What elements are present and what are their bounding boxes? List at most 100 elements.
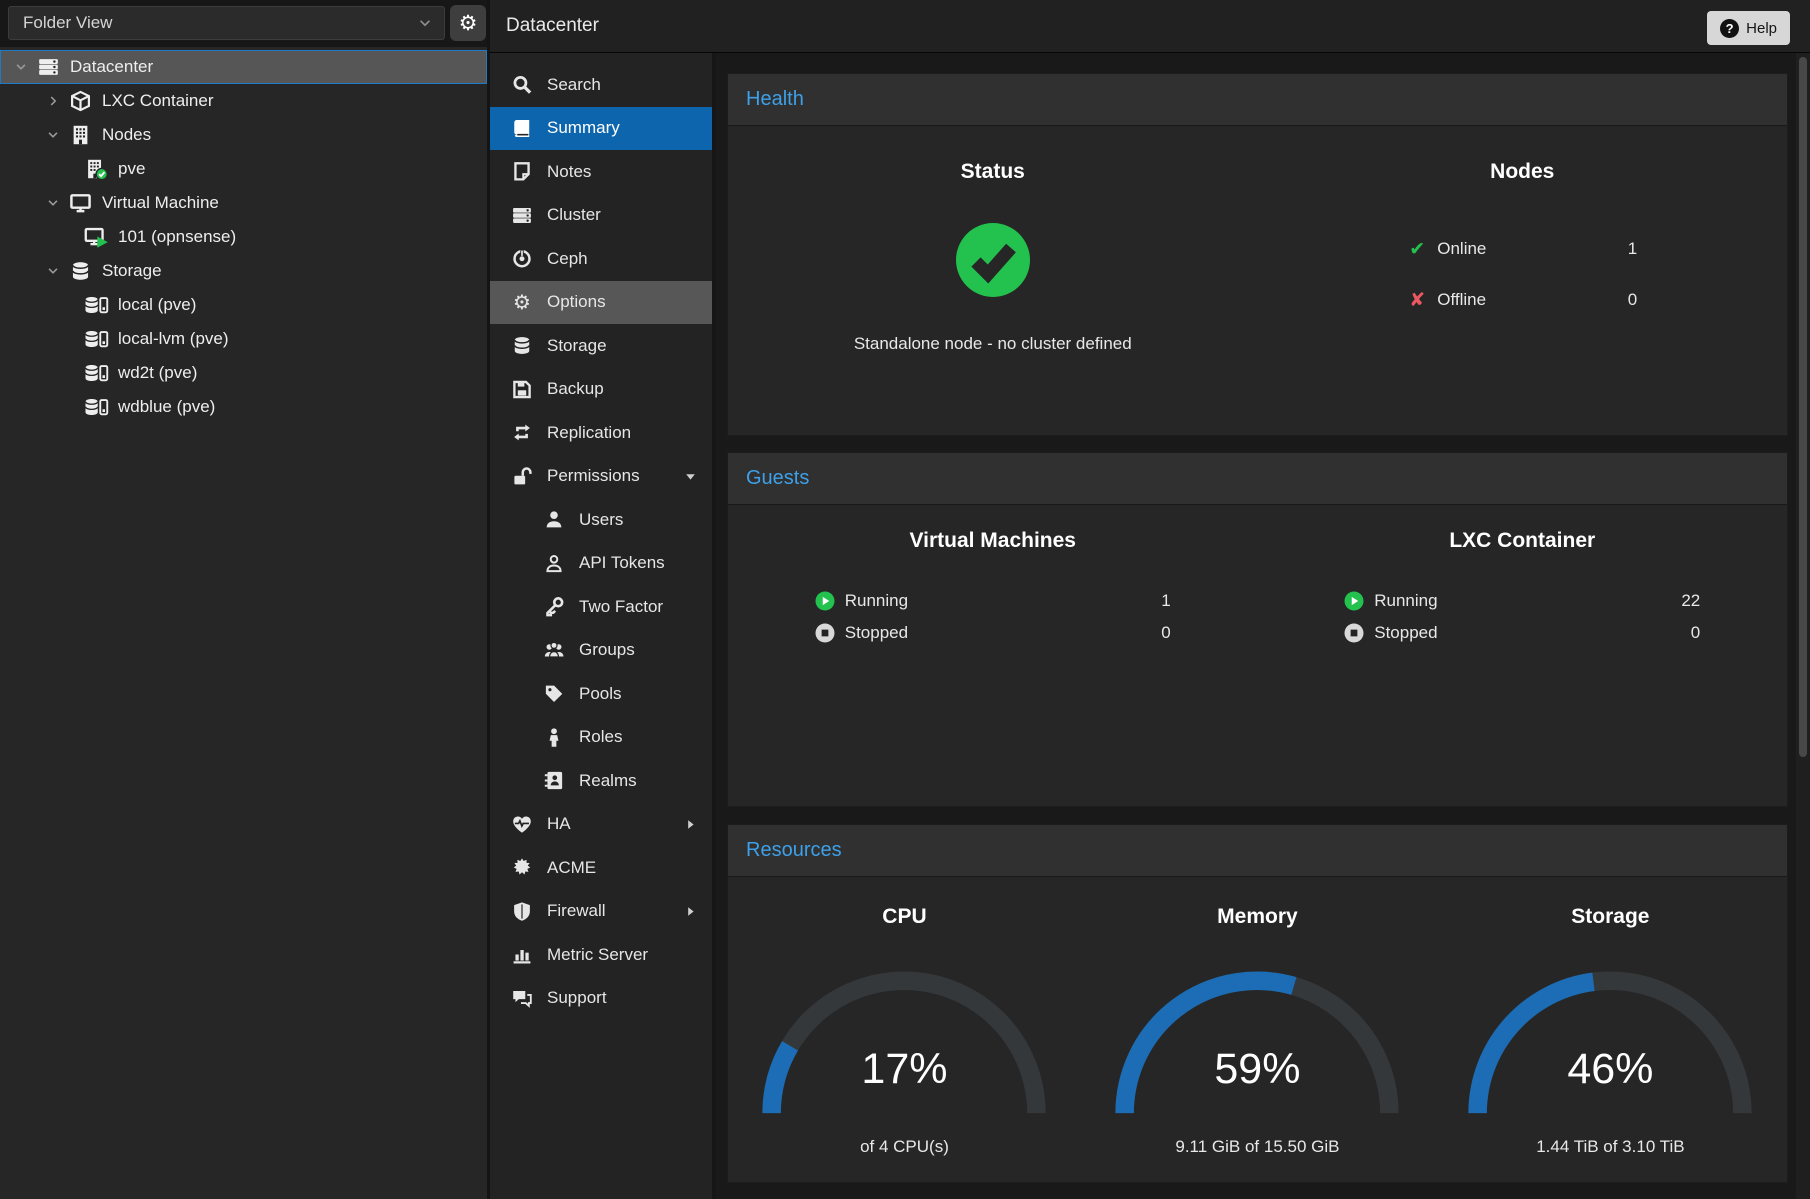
lxc-running-row: Running 22 bbox=[1344, 587, 1700, 614]
burst-icon bbox=[510, 857, 534, 878]
gauge-detail: 1.44 TiB of 3.10 TiB bbox=[1536, 1137, 1684, 1157]
running-icon bbox=[1344, 591, 1364, 611]
menu-item-groups[interactable]: Groups bbox=[490, 629, 712, 673]
menu-item-roles[interactable]: Roles bbox=[490, 716, 712, 760]
gauge-memory: Memory59%9.11 GiB of 15.50 GiB bbox=[1081, 877, 1434, 1157]
tree-item-101-opnsense[interactable]: 101 (opnsense) bbox=[0, 220, 487, 254]
vm-running-row: Running 1 bbox=[815, 587, 1171, 614]
node-online-icon bbox=[84, 158, 109, 180]
menu-item-summary[interactable]: Summary bbox=[490, 107, 712, 151]
menu-item-metric-server[interactable]: Metric Server bbox=[490, 933, 712, 977]
nodes-heading: Nodes bbox=[1490, 160, 1554, 184]
menu-item-label: Notes bbox=[547, 162, 591, 182]
topbar: Datacenter bbox=[490, 0, 1810, 53]
heartbeat-icon bbox=[510, 814, 534, 835]
vm-heading: Virtual Machines bbox=[909, 529, 1076, 553]
tree-item-local-lvm-pve[interactable]: local-lvm (pve) bbox=[0, 322, 487, 356]
menu-item-two-factor[interactable]: Two Factor bbox=[490, 585, 712, 629]
running-icon bbox=[815, 591, 835, 611]
menu-item-acme[interactable]: ACME bbox=[490, 846, 712, 890]
menu-item-api-tokens[interactable]: API Tokens bbox=[490, 542, 712, 586]
caret-down-icon[interactable] bbox=[42, 196, 64, 210]
address-book-icon bbox=[542, 770, 566, 791]
tree-item-label: pve bbox=[118, 159, 145, 179]
caret-down-icon[interactable] bbox=[42, 264, 64, 278]
tree-item-label: wdblue (pve) bbox=[118, 397, 215, 417]
menu-item-ceph[interactable]: Ceph bbox=[490, 237, 712, 281]
menu-item-ha[interactable]: HA bbox=[490, 803, 712, 847]
tree-item-virtual-machine[interactable]: Virtual Machine bbox=[0, 186, 487, 220]
submenu-arrow-right-icon bbox=[685, 906, 696, 917]
menu-item-backup[interactable]: Backup bbox=[490, 368, 712, 412]
cluster-status-section: Status Standalone node - no cluster defi… bbox=[728, 126, 1258, 354]
menu-item-pools[interactable]: Pools bbox=[490, 672, 712, 716]
menu-item-users[interactable]: Users bbox=[490, 498, 712, 542]
tree-item-lxc-container[interactable]: LXC Container bbox=[0, 84, 487, 118]
gauge-detail: 9.11 GiB of 15.50 GiB bbox=[1175, 1137, 1339, 1157]
building-icon bbox=[68, 124, 93, 146]
lxc-running-count: 22 bbox=[1681, 591, 1700, 611]
caret-down-icon[interactable] bbox=[10, 60, 32, 74]
gauge-percent: 46% bbox=[1464, 1045, 1756, 1094]
status-message: Standalone node - no cluster defined bbox=[854, 334, 1132, 354]
search-icon bbox=[510, 74, 534, 95]
lxc-stopped-row: Stopped 0 bbox=[1344, 619, 1700, 646]
gauge-detail: of 4 CPU(s) bbox=[860, 1137, 949, 1157]
caret-right-icon[interactable] bbox=[42, 94, 64, 108]
nodes-offline-row: ✘ Offline 0 bbox=[1407, 285, 1637, 315]
vm-running-count: 1 bbox=[1161, 591, 1170, 611]
lxc-stopped-count: 0 bbox=[1691, 623, 1700, 643]
menu-item-label: Search bbox=[547, 75, 601, 95]
server-stack-icon bbox=[510, 205, 534, 226]
tree-item-local-pve[interactable]: local (pve) bbox=[0, 288, 487, 322]
chevron-down-icon bbox=[418, 16, 432, 30]
storage-item-icon bbox=[84, 294, 109, 316]
tree-item-wdblue-pve[interactable]: wdblue (pve) bbox=[0, 390, 487, 424]
database-icon bbox=[68, 260, 93, 282]
help-button[interactable]: ? Help bbox=[1707, 11, 1790, 45]
tree-toolbar: Folder View ⚙ bbox=[0, 0, 487, 47]
menu-item-support[interactable]: Support bbox=[490, 977, 712, 1021]
menu-item-cluster[interactable]: Cluster bbox=[490, 194, 712, 238]
menu-item-label: ACME bbox=[547, 858, 596, 878]
ceph-icon bbox=[510, 248, 534, 269]
tree-item-storage[interactable]: Storage bbox=[0, 254, 487, 288]
resources-panel-title: Resources bbox=[746, 839, 842, 862]
lxc-container-section: LXC Container Running 22 bbox=[1258, 505, 1788, 646]
menu-item-label: Options bbox=[547, 292, 606, 312]
menu-item-notes[interactable]: Notes bbox=[490, 150, 712, 194]
menu-item-storage[interactable]: Storage bbox=[490, 324, 712, 368]
tree-item-pve[interactable]: pve bbox=[0, 152, 487, 186]
menu-item-label: Replication bbox=[547, 423, 631, 443]
tree-item-nodes[interactable]: Nodes bbox=[0, 118, 487, 152]
online-label: Online bbox=[1437, 239, 1486, 259]
gauge-heading: Storage bbox=[1571, 905, 1649, 929]
tree-settings-button[interactable]: ⚙ bbox=[450, 5, 486, 41]
menu-item-label: Realms bbox=[579, 771, 637, 791]
view-selector[interactable]: Folder View bbox=[8, 6, 445, 40]
menu-item-label: Permissions bbox=[547, 466, 640, 486]
content-area: Health Status Standalone node - no clust… bbox=[716, 53, 1810, 1199]
menu-item-realms[interactable]: Realms bbox=[490, 759, 712, 803]
menu-item-permissions[interactable]: Permissions bbox=[490, 455, 712, 499]
scrollbar-thumb[interactable] bbox=[1799, 57, 1807, 757]
gauge-heading: CPU bbox=[882, 905, 926, 929]
menu-item-search[interactable]: Search bbox=[490, 63, 712, 107]
menu-item-label: Roles bbox=[579, 727, 622, 747]
menu-item-firewall[interactable]: Firewall bbox=[490, 890, 712, 934]
menu-item-label: Pools bbox=[579, 684, 622, 704]
tree-item-wd2t-pve[interactable]: wd2t (pve) bbox=[0, 356, 487, 390]
virtual-machines-section: Virtual Machines Running 1 bbox=[728, 505, 1258, 646]
storage-item-icon bbox=[84, 362, 109, 384]
caret-down-icon[interactable] bbox=[42, 128, 64, 142]
menu-item-label: Support bbox=[547, 988, 607, 1008]
gauge-heading: Memory bbox=[1217, 905, 1298, 929]
menu-item-options[interactable]: ⚙Options bbox=[490, 281, 712, 325]
nodes-rows: ✔ Online 1 ✘ Offline 0 bbox=[1407, 234, 1637, 315]
menu-item-replication[interactable]: Replication bbox=[490, 411, 712, 455]
tree-item-label: Nodes bbox=[102, 125, 151, 145]
proxmox-app: Folder View ⚙ DatacenterLXC Container Nod… bbox=[0, 0, 1810, 1199]
tree-item-datacenter[interactable]: Datacenter bbox=[0, 50, 487, 84]
user-icon bbox=[542, 509, 566, 530]
question-icon: ? bbox=[1720, 19, 1739, 38]
